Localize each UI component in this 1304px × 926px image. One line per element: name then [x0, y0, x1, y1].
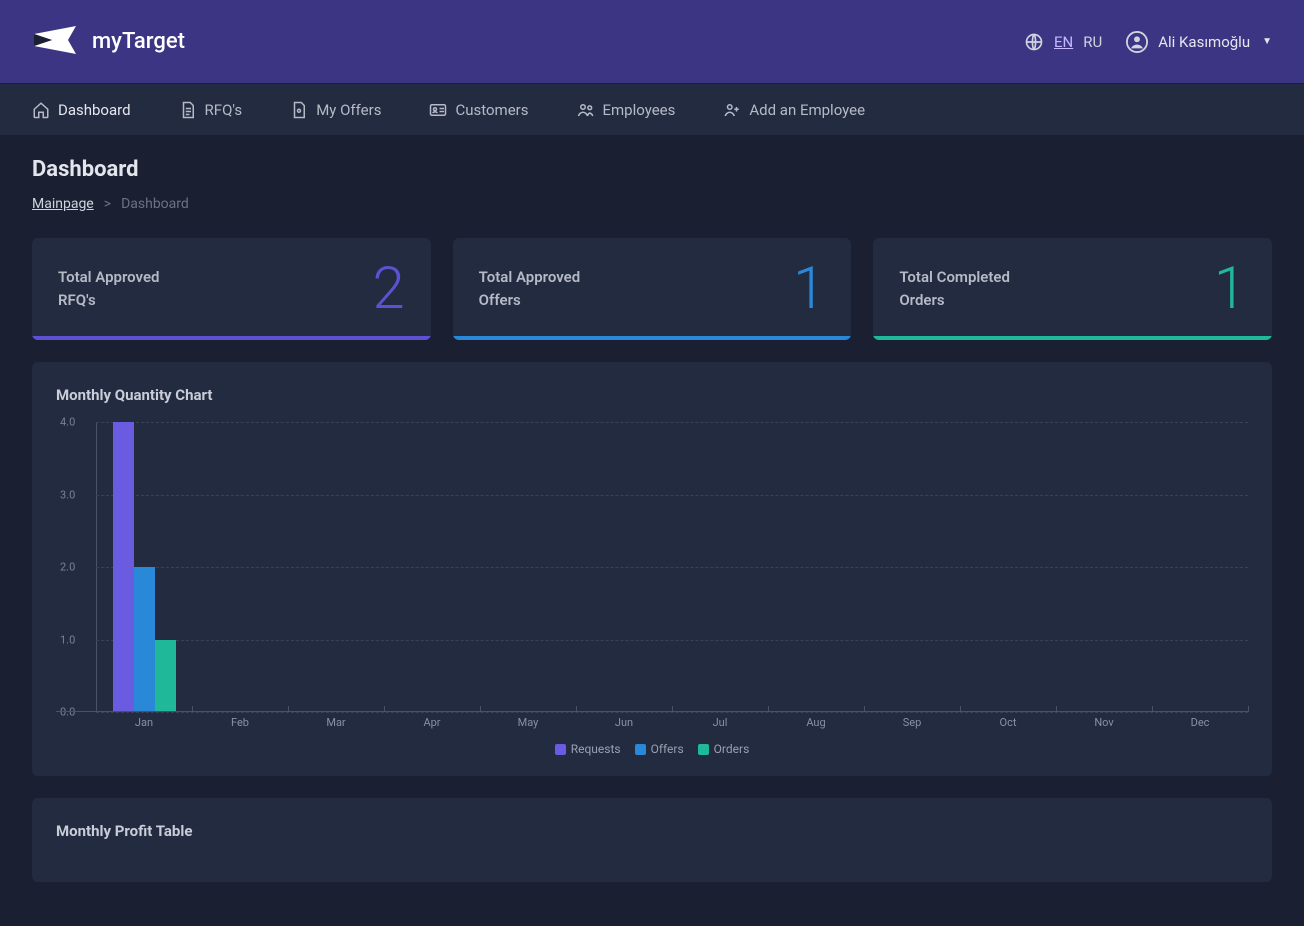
legend-item: Offers: [635, 742, 684, 756]
logo-icon: [32, 22, 82, 62]
globe-icon: [1024, 32, 1044, 52]
chart-x-mark: [192, 706, 193, 712]
nav-rfqs[interactable]: RFQ's: [179, 101, 243, 119]
main-nav: Dashboard RFQ's My Offers Customers Empl…: [0, 83, 1304, 135]
breadcrumb-current: Dashboard: [121, 196, 189, 212]
chart-bar: [155, 640, 176, 713]
stat-label: Total Completed Orders: [899, 266, 1010, 313]
profit-title: Monthly Profit Table: [56, 822, 1248, 840]
chart-x-tick: Feb: [231, 716, 249, 729]
chart-x-tick: May: [518, 716, 539, 729]
chart-bar: [113, 422, 134, 712]
chart-y-tick: 1.0: [60, 633, 75, 646]
stat-card-rfqs: Total Approved RFQ's 2: [32, 238, 431, 340]
users-icon: [577, 101, 595, 119]
nav-label: Employees: [603, 101, 676, 119]
chart-x-mark: [288, 706, 289, 712]
chart-x-tick: Nov: [1094, 716, 1113, 729]
page-title: Dashboard: [32, 157, 1272, 182]
chart-bar: [134, 567, 155, 712]
legend-label: Requests: [571, 742, 621, 756]
user-plus-icon: [723, 101, 741, 119]
chart-x-axis: [56, 711, 1248, 712]
app-logo[interactable]: myTarget: [32, 22, 185, 62]
id-card-icon: [429, 101, 447, 119]
chart-bars: [96, 422, 1248, 712]
user-name: Ali Kasımoğlu: [1158, 33, 1250, 51]
nav-dashboard[interactable]: Dashboard: [32, 101, 131, 119]
chart-y-tick: 3.0: [60, 488, 75, 501]
stat-card-orders: Total Completed Orders 1: [873, 238, 1272, 340]
breadcrumb-home[interactable]: Mainpage: [32, 196, 94, 212]
chart-x-mark: [768, 706, 769, 712]
logo-text: myTarget: [92, 29, 185, 54]
stat-value: 1: [1214, 260, 1246, 318]
document-icon: [179, 101, 197, 119]
chart-panel: Monthly Quantity Chart 4.0 3.0 2.0 1.0 0.0 J…: [32, 362, 1272, 776]
chart-x-tick: Jan: [135, 716, 153, 729]
lang-ru[interactable]: RU: [1083, 33, 1102, 51]
chart-y-tick: 4.0: [60, 416, 75, 429]
nav-label: My Offers: [316, 101, 381, 119]
profit-panel: Monthly Profit Table: [32, 798, 1272, 882]
chart-x-mark: [576, 706, 577, 712]
offer-icon: [290, 101, 308, 119]
chart-x-mark: [1056, 706, 1057, 712]
chart-x-labels: Jan Feb Mar Apr May Jun Jul Aug Sep Oct Nov Dec: [96, 716, 1248, 736]
nav-label: Dashboard: [58, 101, 131, 119]
stat-label: Total Approved Offers: [479, 266, 581, 313]
legend-swatch: [635, 744, 646, 755]
breadcrumb-sep: >: [104, 196, 111, 212]
chart-x-mark: [480, 706, 481, 712]
chart-x-tick: Aug: [806, 716, 825, 729]
chart-x-mark: [1248, 706, 1249, 712]
stat-label: Total Approved RFQ's: [58, 266, 160, 313]
chart-y-tick: 2.0: [60, 561, 75, 574]
chart-y-tick: 0.0: [60, 706, 75, 719]
chart-x-tick: Mar: [326, 716, 345, 729]
nav-label: Customers: [455, 101, 528, 119]
user-menu[interactable]: Ali Kasımoğlu ▼: [1126, 31, 1272, 53]
chart-x-tick: Oct: [1000, 716, 1017, 729]
monthly-quantity-chart: 4.03.02.01.00.0 JanFebMarAprMayJunJulAug…: [56, 422, 1248, 752]
lang-en[interactable]: EN: [1054, 33, 1073, 51]
header-right: EN RU Ali Kasımoğlu ▼: [1024, 31, 1272, 53]
nav-label: Add an Employee: [749, 101, 865, 119]
chart-x-tick: Jul: [713, 716, 728, 729]
nav-label: RFQ's: [205, 101, 243, 119]
legend-label: Orders: [714, 742, 750, 756]
chart-gridline: [96, 712, 1248, 713]
legend-item: Orders: [698, 742, 750, 756]
chart-x-mark: [384, 706, 385, 712]
legend-item: Requests: [555, 742, 621, 756]
home-icon: [32, 101, 50, 119]
legend-swatch: [555, 744, 566, 755]
chart-x-tick: Apr: [423, 716, 440, 729]
chart-x-tick: Sep: [903, 716, 922, 729]
legend-swatch: [698, 744, 709, 755]
chart-x-mark: [960, 706, 961, 712]
chart-x-mark: [1152, 706, 1153, 712]
chevron-down-icon: ▼: [1262, 36, 1272, 47]
breadcrumb: Mainpage > Dashboard: [32, 196, 1272, 212]
chart-title: Monthly Quantity Chart: [56, 386, 1248, 404]
user-avatar-icon: [1126, 31, 1148, 53]
stat-value: 1: [793, 260, 825, 318]
chart-x-mark: [864, 706, 865, 712]
stat-value: 2: [373, 260, 405, 318]
chart-x-mark: [672, 706, 673, 712]
app-header: myTarget EN RU Ali Kasımoğlu ▼: [0, 0, 1304, 83]
chart-x-tick: Jun: [615, 716, 633, 729]
nav-my-offers[interactable]: My Offers: [290, 101, 381, 119]
nav-customers[interactable]: Customers: [429, 101, 528, 119]
chart-legend: Requests Offers Orders: [56, 742, 1248, 756]
stat-cards: Total Approved RFQ's 2 Total Approved Of…: [32, 238, 1272, 340]
nav-employees[interactable]: Employees: [577, 101, 676, 119]
chart-x-tick: Dec: [1191, 716, 1210, 729]
language-switcher: EN RU: [1024, 32, 1102, 52]
page-content: Dashboard Mainpage > Dashboard Total App…: [0, 135, 1304, 926]
stat-card-offers: Total Approved Offers 1: [453, 238, 852, 340]
legend-label: Offers: [651, 742, 684, 756]
nav-add-employee[interactable]: Add an Employee: [723, 101, 865, 119]
